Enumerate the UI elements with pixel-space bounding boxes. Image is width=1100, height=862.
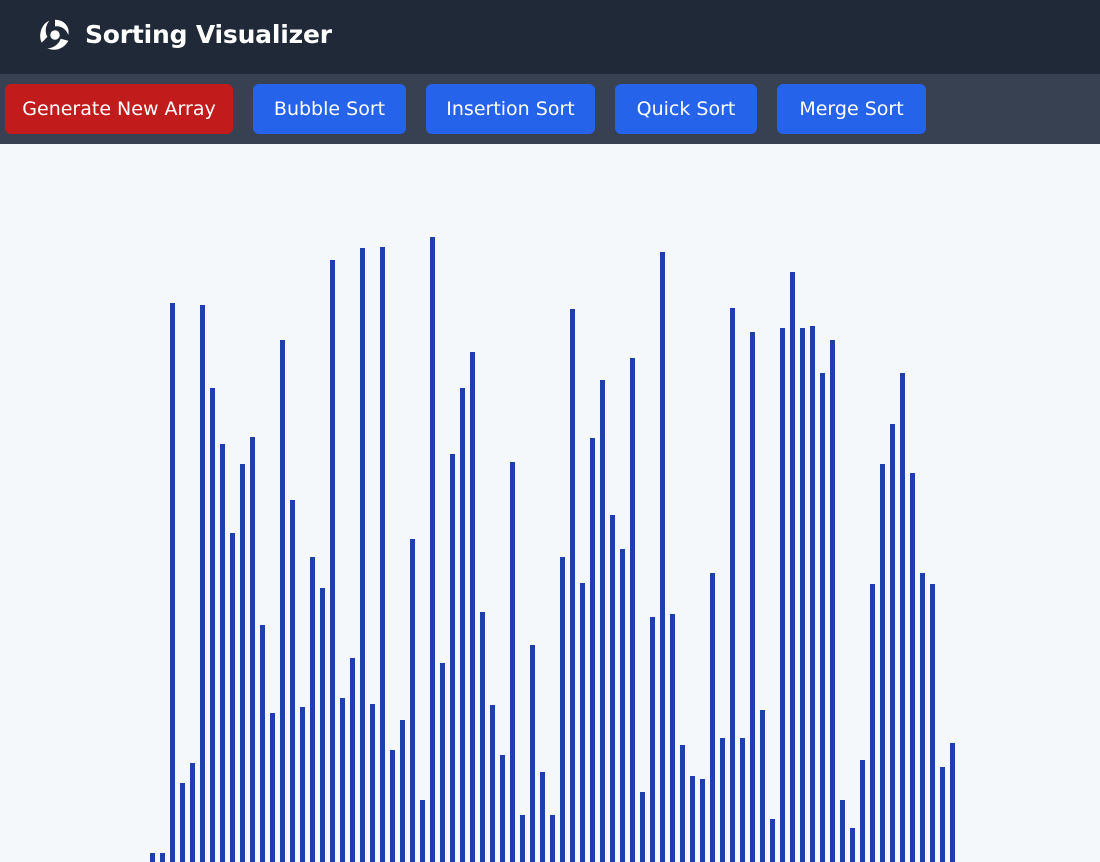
array-bar (840, 800, 845, 862)
array-bar (380, 247, 385, 862)
array-bar (690, 776, 695, 862)
array-bar (270, 713, 275, 862)
array-bar (750, 332, 755, 862)
array-bar (360, 248, 365, 862)
array-bar (540, 772, 545, 862)
array-bar (160, 853, 165, 862)
array-bar (310, 557, 315, 862)
array-bar (570, 309, 575, 862)
array-bar (780, 328, 785, 862)
array-bar (890, 424, 895, 862)
array-bar (210, 388, 215, 862)
array-bar (610, 515, 615, 862)
generate-new-array-button[interactable]: Generate New Array (5, 84, 233, 134)
array-bar (790, 272, 795, 862)
insertion-sort-button[interactable]: Insertion Sort (426, 84, 595, 134)
array-bar (220, 444, 225, 862)
array-bar (660, 252, 665, 862)
array-bar (180, 783, 185, 862)
array-bar (440, 663, 445, 862)
array-bar (880, 464, 885, 862)
array-bar (470, 352, 475, 862)
array-bar (770, 819, 775, 862)
array-bar (170, 303, 175, 862)
array-bar (670, 614, 675, 862)
array-bar (230, 533, 235, 862)
array-bar (510, 462, 515, 862)
app-header: Sorting Visualizer (0, 0, 1100, 74)
array-bar (330, 260, 335, 862)
array-bar (620, 549, 625, 862)
array-bar (810, 326, 815, 862)
array-bar (830, 340, 835, 862)
array-bar (410, 539, 415, 862)
array-bar (190, 763, 195, 862)
array-bar (350, 658, 355, 862)
array-bar (390, 750, 395, 862)
bars-canvas (0, 144, 1100, 862)
array-bar (150, 853, 155, 862)
array-bar (860, 760, 865, 862)
array-bar (930, 584, 935, 862)
array-bar (340, 698, 345, 862)
bubble-sort-button[interactable]: Bubble Sort (253, 84, 406, 134)
array-bar (910, 473, 915, 862)
array-bar (740, 738, 745, 862)
array-bar (730, 308, 735, 862)
array-bar (700, 779, 705, 862)
array-bar (250, 437, 255, 862)
array-bar (420, 800, 425, 862)
app-title: Sorting Visualizer (85, 20, 332, 49)
toolbar: Generate New Array Bubble Sort Insertion… (0, 74, 1100, 144)
array-bar (560, 557, 565, 862)
array-bar (490, 705, 495, 862)
array-bar (800, 328, 805, 862)
array-bar (370, 704, 375, 862)
array-bar (240, 464, 245, 862)
array-bar (900, 373, 905, 862)
merge-sort-button[interactable]: Merge Sort (777, 84, 926, 134)
array-bar (430, 237, 435, 862)
swirl-logo-icon (40, 19, 69, 50)
array-bar (630, 358, 635, 862)
array-bar (870, 584, 875, 862)
quick-sort-button[interactable]: Quick Sort (615, 84, 757, 134)
array-bar (590, 438, 595, 862)
array-bar (650, 617, 655, 862)
array-bar (600, 380, 605, 862)
array-bar (550, 815, 555, 862)
array-bar (640, 792, 645, 862)
array-bar (520, 815, 525, 862)
array-bar (680, 745, 685, 862)
array-bar (400, 720, 405, 862)
array-bar (920, 573, 925, 862)
array-bar (530, 645, 535, 862)
array-bar (200, 305, 205, 862)
array-bar (760, 710, 765, 862)
array-bar (460, 388, 465, 862)
array-bar (850, 828, 855, 862)
array-bar (940, 767, 945, 862)
array-bar (580, 583, 585, 862)
array-bar (280, 340, 285, 862)
array-bar (260, 625, 265, 862)
array-bar (290, 500, 295, 862)
array-bar (320, 588, 325, 862)
array-bar (300, 707, 305, 862)
array-bar (450, 454, 455, 862)
array-bar (950, 743, 955, 862)
array-bar (720, 738, 725, 862)
array-bar (820, 373, 825, 862)
array-bar (500, 755, 505, 862)
array-bar (710, 573, 715, 862)
array-bar (480, 612, 485, 862)
